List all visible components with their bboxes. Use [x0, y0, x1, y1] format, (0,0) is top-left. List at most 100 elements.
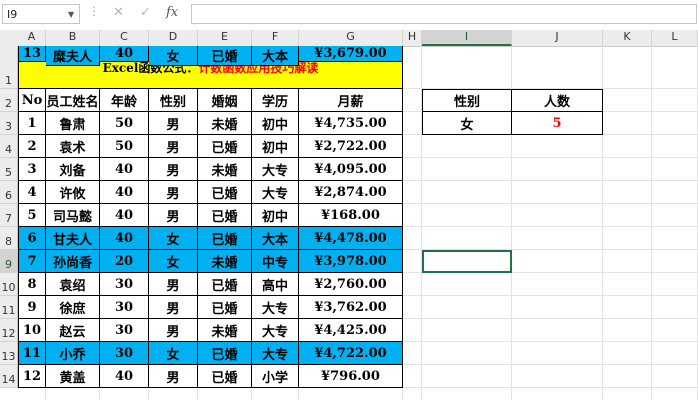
cell-age[interactable]: 40: [100, 365, 149, 388]
cell-edu[interactable]: 大专: [252, 342, 299, 365]
header-no[interactable]: No: [18, 89, 46, 112]
row-header-11[interactable]: 11: [0, 296, 18, 319]
cell-gender[interactable]: 男: [149, 365, 198, 388]
cell-edu[interactable]: 初中: [252, 135, 299, 158]
cell-name[interactable]: 糜夫人: [46, 46, 100, 66]
column-header-i[interactable]: I: [422, 30, 512, 46]
cell-age[interactable]: 40: [100, 227, 149, 250]
cell-gender[interactable]: 男: [149, 181, 198, 204]
row-header-6[interactable]: 6: [0, 181, 18, 204]
cell-gender[interactable]: 男: [149, 112, 198, 135]
cell-gender[interactable]: 男: [149, 273, 198, 296]
cell-marital[interactable]: 未婚: [198, 250, 252, 273]
row-header-3[interactable]: 3: [0, 112, 18, 135]
cell-name[interactable]: 司马懿: [46, 204, 100, 227]
cell-age[interactable]: 40: [100, 204, 149, 227]
cell-marital[interactable]: 已婚: [198, 342, 252, 365]
cell-salary[interactable]: ¥4,722.00: [299, 342, 403, 365]
cell-gender[interactable]: 女: [149, 46, 198, 66]
cell-name[interactable]: 孙尚香: [46, 250, 100, 273]
row-header-13[interactable]: 13: [0, 342, 18, 365]
cell-gender[interactable]: 男: [149, 135, 198, 158]
cell-gender[interactable]: 男: [149, 319, 198, 342]
cell-edu[interactable]: 初中: [252, 204, 299, 227]
formula-input[interactable]: [191, 4, 697, 24]
cell-no[interactable]: 13: [18, 46, 46, 62]
cell-salary[interactable]: ¥4,478.00: [299, 227, 403, 250]
cell-no[interactable]: 3: [18, 158, 46, 181]
column-header-k[interactable]: K: [603, 30, 652, 46]
column-header-e[interactable]: E: [198, 30, 252, 46]
cell-age[interactable]: 30: [100, 319, 149, 342]
cell-name[interactable]: 刘备: [46, 158, 100, 181]
cell-age[interactable]: 30: [100, 273, 149, 296]
cell-salary[interactable]: ¥2,760.00: [299, 273, 403, 296]
row-header-14[interactable]: 14: [0, 365, 18, 388]
cell-name[interactable]: 徐庶: [46, 296, 100, 319]
cell-edu[interactable]: 大本: [252, 227, 299, 250]
cell-salary[interactable]: ¥3,679.00: [299, 46, 403, 62]
cell-marital[interactable]: 已婚: [198, 46, 252, 66]
cell-salary[interactable]: ¥4,735.00: [299, 112, 403, 135]
cell-name[interactable]: 袁术: [46, 135, 100, 158]
row-header-1[interactable]: 1: [0, 46, 18, 89]
row-header-10[interactable]: 10: [0, 273, 18, 296]
cell-marital[interactable]: 未婚: [198, 158, 252, 181]
cell-age[interactable]: 40: [100, 181, 149, 204]
cell-salary[interactable]: ¥2,874.00: [299, 181, 403, 204]
cell-salary[interactable]: ¥796.00: [299, 365, 403, 388]
cell-marital[interactable]: 已婚: [198, 204, 252, 227]
cell-edu[interactable]: 大专: [252, 319, 299, 342]
cell-no[interactable]: 11: [18, 342, 46, 365]
header-age[interactable]: 年龄: [100, 89, 149, 112]
column-header-a[interactable]: A: [18, 30, 46, 46]
column-header-l[interactable]: L: [652, 30, 698, 46]
summary-count-value[interactable]: 5: [512, 112, 603, 135]
cell-name[interactable]: 甘夫人: [46, 227, 100, 250]
column-header-c[interactable]: C: [100, 30, 149, 46]
cell-name[interactable]: 小乔: [46, 342, 100, 365]
header-name[interactable]: 员工姓名: [46, 89, 100, 112]
column-header-f[interactable]: F: [252, 30, 299, 46]
cell-no[interactable]: 8: [18, 273, 46, 296]
close-icon[interactable]: ✕: [113, 5, 124, 20]
cell-marital[interactable]: 已婚: [198, 296, 252, 319]
row-header-12[interactable]: 12: [0, 319, 18, 342]
cell-no[interactable]: 10: [18, 319, 46, 342]
header-salary[interactable]: 月薪: [299, 89, 403, 112]
cell-name[interactable]: 赵云: [46, 319, 100, 342]
cell-age[interactable]: 50: [100, 135, 149, 158]
cell-edu[interactable]: 大专: [252, 296, 299, 319]
cell-salary[interactable]: ¥4,095.00: [299, 158, 403, 181]
cell-no[interactable]: 9: [18, 296, 46, 319]
cell-gender[interactable]: 女: [149, 227, 198, 250]
cell-edu[interactable]: 大专: [252, 181, 299, 204]
cell-no[interactable]: 4: [18, 181, 46, 204]
row-header-9[interactable]: 9: [0, 250, 18, 273]
cell-edu[interactable]: 大本: [252, 46, 299, 66]
cell-age[interactable]: 30: [100, 296, 149, 319]
cell-no[interactable]: 7: [18, 250, 46, 273]
cell-edu[interactable]: 初中: [252, 112, 299, 135]
summary-header-count[interactable]: 人数: [512, 89, 603, 112]
header-marital[interactable]: 婚姻: [198, 89, 252, 112]
column-header-h[interactable]: H: [403, 30, 422, 46]
cell-salary[interactable]: ¥168.00: [299, 204, 403, 227]
row-header-2[interactable]: 2: [0, 89, 18, 112]
cell-gender[interactable]: 男: [149, 296, 198, 319]
cell-marital[interactable]: 未婚: [198, 112, 252, 135]
cell-no[interactable]: 1: [18, 112, 46, 135]
cell-no[interactable]: 5: [18, 204, 46, 227]
row-header-8[interactable]: 8: [0, 227, 18, 250]
cell-age[interactable]: 30: [100, 342, 149, 365]
cell-gender[interactable]: 男: [149, 158, 198, 181]
cell-name[interactable]: 黄盖: [46, 365, 100, 388]
cell-no[interactable]: 12: [18, 365, 46, 388]
summary-gender-value[interactable]: 女: [422, 112, 512, 135]
cell-marital[interactable]: 已婚: [198, 135, 252, 158]
cell-gender[interactable]: 女: [149, 250, 198, 273]
header-education[interactable]: 学历: [252, 89, 299, 112]
cell-age[interactable]: 40: [100, 46, 149, 62]
check-icon[interactable]: ✓: [140, 5, 151, 20]
active-cell-outline[interactable]: [422, 250, 512, 273]
